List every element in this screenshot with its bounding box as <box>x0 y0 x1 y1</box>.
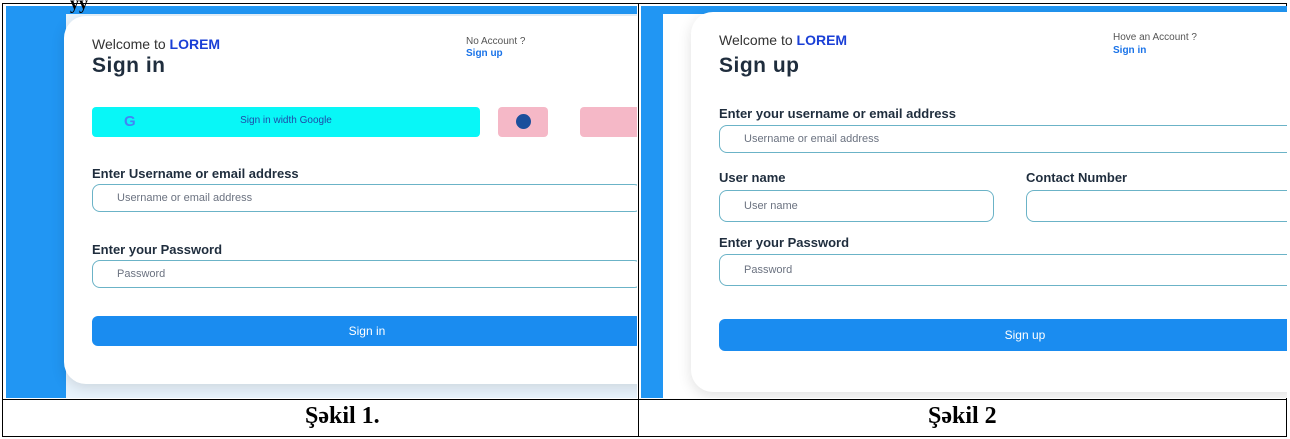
signin-link[interactable]: Sign in <box>1113 45 1146 56</box>
username-input[interactable]: User name <box>719 190 994 222</box>
signin-card: Welcome to LOREM Sign in No Account ? Si… <box>64 16 637 384</box>
email-label: Enter your username or email address <box>719 106 956 121</box>
signup-screenshot: Welcome to LOREM Sign up Hove an Account… <box>641 6 1287 398</box>
brand-name: LOREM <box>796 32 848 48</box>
page-title: Sign up <box>719 54 800 77</box>
password-label: Enter your Password <box>92 242 223 257</box>
welcome-text: Welcome to LOREM <box>92 36 220 52</box>
account-prompt: Hove an Account ? <box>1113 32 1197 43</box>
signup-card: Welcome to LOREM Sign up Hove an Account… <box>691 12 1287 392</box>
google-button-label: Sign in width Google <box>240 115 332 126</box>
username-input[interactable]: Username or email address <box>92 184 637 212</box>
password-label: Enter your Password <box>719 235 850 250</box>
apple-button[interactable] <box>580 107 637 137</box>
welcome-prefix: Welcome to <box>719 32 797 48</box>
signup-link[interactable]: Sign up <box>466 48 503 59</box>
password-input[interactable]: Password <box>719 254 1287 286</box>
overflow-text: yy <box>70 0 88 13</box>
signup-submit-button[interactable]: Sign up <box>719 319 1287 351</box>
facebook-button[interactable] <box>498 107 548 137</box>
username-label: Enter Username or email address <box>92 166 299 181</box>
table-divider-horizontal <box>3 399 1286 400</box>
signup-side-bar <box>641 6 663 398</box>
document-table: Welcome to LOREM Sign in No Account ? Si… <box>2 3 1287 437</box>
table-divider-vertical <box>638 4 639 436</box>
signin-screenshot: Welcome to LOREM Sign in No Account ? Si… <box>6 6 637 398</box>
password-input[interactable]: Password <box>92 260 637 288</box>
username-label: User name <box>719 170 786 185</box>
google-signin-button[interactable]: G Sign in width Google <box>92 107 480 137</box>
contact-number-input[interactable] <box>1026 190 1287 222</box>
welcome-prefix: Welcome to <box>92 36 170 52</box>
caption-figure-1: Şəkil 1. <box>305 403 380 429</box>
welcome-text: Welcome to LOREM <box>719 32 847 48</box>
account-prompt: No Account ? <box>466 36 526 47</box>
facebook-icon <box>516 114 531 129</box>
email-input[interactable]: Username or email address <box>719 125 1287 153</box>
brand-name: LOREM <box>169 36 221 52</box>
signin-submit-button[interactable]: Sign in <box>92 316 637 346</box>
page-title: Sign in <box>92 54 166 77</box>
caption-figure-2: Şəkil 2 <box>928 403 997 429</box>
signin-top-bar <box>6 6 637 14</box>
contact-label: Contact Number <box>1026 170 1128 185</box>
